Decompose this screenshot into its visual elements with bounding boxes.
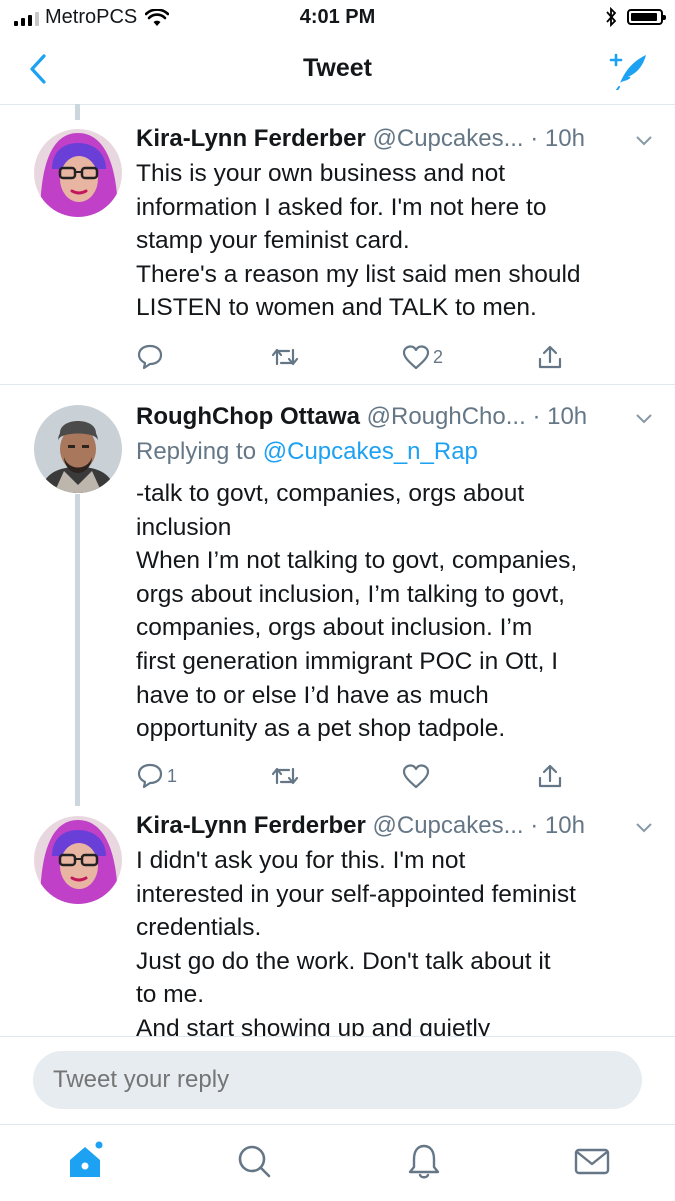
- tweet-text-line: I didn't ask you for this. I'm not: [136, 847, 466, 874]
- tweet-text-line: Just go do the work. Don't talk about it: [136, 947, 551, 975]
- avatar-image: [34, 129, 122, 217]
- battery-icon: [627, 9, 666, 25]
- page-title: Tweet: [303, 54, 372, 82]
- tweet[interactable]: Kira-Lynn Ferderber @Cupcakes... · 10h I…: [0, 812, 675, 1036]
- notifications-bell-icon[interactable]: [404, 1141, 444, 1181]
- bluetooth-icon: [606, 7, 617, 27]
- reply-icon: [137, 763, 163, 789]
- chevron-down-icon[interactable]: [635, 134, 653, 148]
- tweet-text-line: companies, orgs about inclusion. I’m: [136, 614, 533, 642]
- tweet-text-line: to me.: [136, 981, 205, 1009]
- avatar-image: [34, 816, 122, 904]
- tweet-text-line: first generation immigrant POC in Ott, I: [136, 647, 559, 675]
- chevron-down-icon[interactable]: [635, 412, 653, 426]
- tweet-header: RoughChop Ottawa @RoughCho... · 10h: [136, 403, 653, 437]
- tweet-divider: [0, 384, 675, 385]
- tweet-text-line: LISTEN to women and TALK to men.: [136, 294, 537, 322]
- retweet-icon: [271, 348, 299, 366]
- share-button[interactable]: [536, 761, 564, 791]
- tweet-text-line: credentials.: [136, 914, 262, 942]
- tweet-text-line: This is your own business and not: [136, 160, 506, 187]
- tweet-text-line: stamp your feminist card.: [136, 227, 410, 255]
- share-icon: [538, 764, 562, 788]
- author-handle[interactable]: @Cupcakes...: [373, 125, 524, 152]
- author-name[interactable]: RoughChop Ottawa: [136, 403, 360, 430]
- tweet-text: I didn't ask you for this. I'm not inter…: [136, 844, 656, 1036]
- tweet-text-line: interested in your self-appointed femini…: [136, 880, 576, 908]
- tweet-time: · 10h: [530, 125, 585, 152]
- retweet-button[interactable]: [270, 342, 303, 372]
- thread-line-top: [75, 104, 80, 120]
- author-name[interactable]: Kira-Lynn Ferderber: [136, 125, 366, 152]
- clock: 4:01 PM: [299, 6, 376, 28]
- nav-bar: Tweet: [0, 36, 675, 105]
- tweet-text: This is your own business and not inform…: [136, 157, 656, 325]
- tweet-text-line: have to or else I’d have as much: [136, 681, 489, 709]
- avatar[interactable]: [34, 129, 122, 217]
- tweet-text-line: orgs about inclusion, I’m talking to gov…: [136, 580, 565, 608]
- chevron-down-icon[interactable]: [635, 821, 653, 835]
- replying-to-label: Replying to: [136, 438, 257, 465]
- retweet-button[interactable]: [270, 761, 303, 791]
- avatar-image: [34, 405, 122, 493]
- reply-button[interactable]: [136, 342, 167, 372]
- author-handle[interactable]: @RoughCho...: [367, 403, 526, 430]
- heart-icon: [402, 345, 430, 370]
- heart-icon: [402, 764, 430, 789]
- tweet-text-line: inclusion: [136, 513, 232, 541]
- tab-bar: [0, 1124, 675, 1201]
- tweet[interactable]: RoughChop Ottawa @RoughCho... · 10h Repl…: [0, 403, 675, 798]
- like-count: 2: [433, 346, 444, 367]
- like-button[interactable]: [402, 761, 433, 791]
- tweet-text-line: information I asked for. I'm not here to: [136, 193, 547, 221]
- tweet-text-line: And start showing up and quietly: [136, 1014, 491, 1036]
- search-icon[interactable]: [234, 1141, 274, 1181]
- status-right: [605, 7, 666, 27]
- author-handle[interactable]: @Cupcakes...: [373, 812, 524, 839]
- tweet-actions: 2: [136, 342, 576, 372]
- reply-composer: [0, 1036, 675, 1125]
- avatar[interactable]: [34, 405, 122, 493]
- reply-icon: [137, 344, 163, 370]
- compose-tweet-icon[interactable]: [605, 50, 649, 90]
- tweet-header: Kira-Lynn Ferderber @Cupcakes... · 10h: [136, 812, 653, 846]
- status-bar: MetroPCS 4:01 PM: [0, 0, 675, 36]
- tweet-time: · 10h: [532, 403, 588, 430]
- tweet-text-line: There's a reason my list said men should: [136, 260, 581, 288]
- reply-input[interactable]: [33, 1051, 642, 1109]
- reply-count: 1: [167, 765, 178, 786]
- tweet-text-line: When I’m not talking to govt, companies,: [136, 547, 578, 575]
- tweet-text: -talk to govt, companies, orgs about inc…: [136, 477, 656, 746]
- tweet-time: · 10h: [530, 812, 585, 839]
- tweet-text-line: -talk to govt, companies, orgs about: [136, 480, 525, 507]
- home-icon[interactable]: [66, 1141, 106, 1181]
- replying-to: Replying to @Cupcakes_n_Rap: [136, 438, 478, 466]
- tweet-text-line: opportunity as a pet shop tadpole.: [136, 715, 506, 743]
- tweet-actions: 1: [136, 761, 576, 791]
- share-button[interactable]: [536, 342, 564, 372]
- replying-to-handle[interactable]: @Cupcakes_n_Rap: [263, 438, 478, 465]
- like-button[interactable]: 2: [402, 342, 443, 372]
- reply-button[interactable]: 1: [136, 761, 177, 791]
- messages-envelope-icon[interactable]: [572, 1141, 612, 1181]
- avatar[interactable]: [34, 816, 122, 904]
- author-name[interactable]: Kira-Lynn Ferderber: [136, 812, 366, 839]
- tweet-header: Kira-Lynn Ferderber @Cupcakes... · 10h: [136, 125, 653, 159]
- tweet[interactable]: Kira-Lynn Ferderber @Cupcakes... · 10h T…: [0, 125, 675, 384]
- retweet-icon: [271, 767, 299, 785]
- share-icon: [538, 345, 562, 369]
